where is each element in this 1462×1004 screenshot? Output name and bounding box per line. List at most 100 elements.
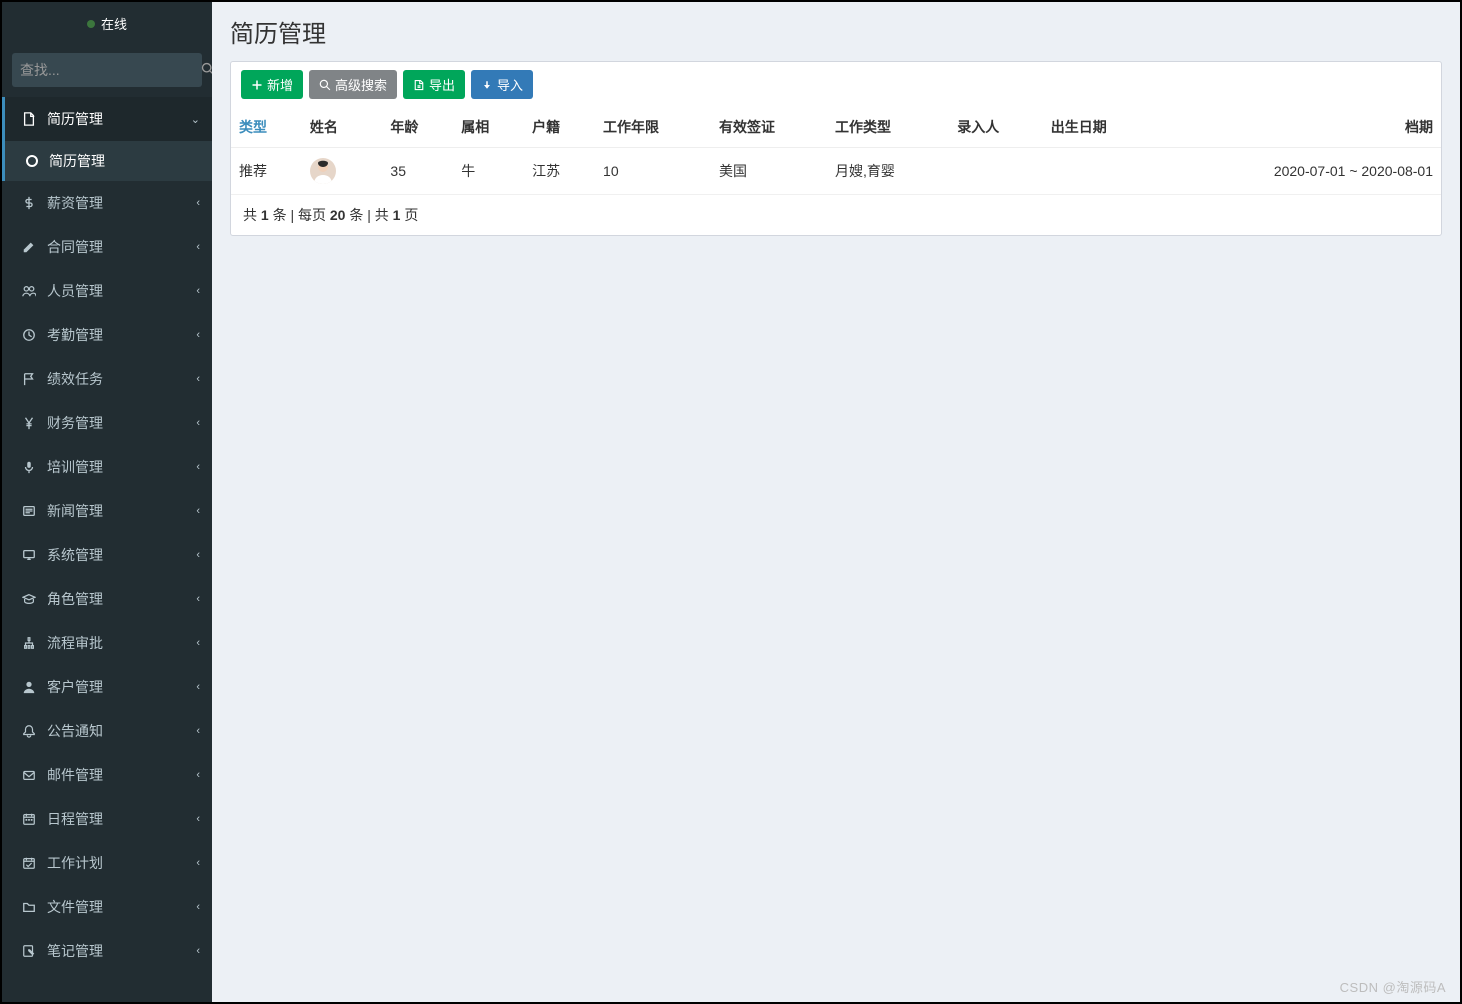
table-header-row: 类型姓名年龄属相户籍工作年限有效签证工作类型录入人出生日期档期: [231, 107, 1441, 148]
sidebar-item-label: 角色管理: [47, 589, 196, 609]
bell-icon: [19, 724, 39, 738]
sidebar-item-11[interactable]: 流程审批‹: [5, 621, 212, 665]
sidebar-item-16[interactable]: 工作计划‹: [5, 841, 212, 885]
flag-icon: [19, 372, 39, 386]
sidebar-item-5[interactable]: 绩效任务‹: [5, 357, 212, 401]
table-header-7[interactable]: 工作类型: [827, 107, 949, 148]
adv-search-button[interactable]: 高级搜索: [309, 70, 397, 99]
export-label: 导出: [429, 75, 455, 94]
table-header-6[interactable]: 有效签证: [711, 107, 827, 148]
sidebar-item-1[interactable]: 薪资管理‹: [5, 181, 212, 225]
import-label: 导入: [497, 75, 523, 94]
sidebar-subitem-label: 简历管理: [49, 151, 105, 171]
import-button[interactable]: 导入: [471, 70, 533, 99]
sidebar-item-4[interactable]: 考勤管理‹: [5, 313, 212, 357]
file-icon: [19, 112, 39, 126]
table-header-8[interactable]: 录入人: [949, 107, 1042, 148]
yen-icon: [19, 416, 39, 430]
import-icon: [481, 79, 493, 91]
chevron-left-icon: ‹: [196, 681, 200, 693]
table-header-1[interactable]: 姓名: [302, 107, 383, 148]
sidebar-item-14[interactable]: 邮件管理‹: [5, 753, 212, 797]
chevron-left-icon: ‹: [196, 197, 200, 209]
cell-age: 35: [382, 148, 453, 195]
sidebar-item-8[interactable]: 新闻管理‹: [5, 489, 212, 533]
sidebar-item-label: 培训管理: [47, 457, 196, 477]
sitemap-icon: [19, 636, 39, 650]
sidebar-item-2[interactable]: 合同管理‹: [5, 225, 212, 269]
avatar: [310, 158, 336, 184]
chevron-left-icon: ‹: [196, 549, 200, 561]
sidebar-item-label: 文件管理: [47, 897, 196, 917]
table-header-3[interactable]: 属相: [453, 107, 524, 148]
sidebar-item-13[interactable]: 公告通知‹: [5, 709, 212, 753]
user-icon: [19, 680, 39, 694]
sidebar-item-label: 考勤管理: [47, 325, 196, 345]
table-header-4[interactable]: 户籍: [524, 107, 595, 148]
table-row[interactable]: 推荐35牛江苏10美国月嫂,育婴2020-07-01 ~ 2020-08-01: [231, 148, 1441, 195]
calendar-icon: [19, 812, 39, 826]
pagination: 共 1 条 | 每页 20 条 | 共 1 页: [231, 194, 1441, 235]
sidebar-search[interactable]: [12, 53, 202, 87]
cell-name: [302, 148, 383, 195]
table-header-9[interactable]: 出生日期: [1043, 107, 1159, 148]
sidebar-item-label: 公告通知: [47, 721, 196, 741]
sidebar-item-6[interactable]: 财务管理‹: [5, 401, 212, 445]
search-icon[interactable]: [201, 62, 212, 79]
sidebar-item-12[interactable]: 客户管理‹: [5, 665, 212, 709]
export-button[interactable]: 导出: [403, 70, 465, 99]
sidebar-item-label: 薪资管理: [47, 193, 196, 213]
search-input[interactable]: [20, 62, 201, 78]
add-button[interactable]: 新增: [241, 70, 303, 99]
sidebar-menu: 简历管理⌄简历管理薪资管理‹合同管理‹人员管理‹考勤管理‹绩效任务‹财务管理‹培…: [2, 97, 212, 973]
chevron-left-icon: ‹: [196, 505, 200, 517]
sidebar-item-15[interactable]: 日程管理‹: [5, 797, 212, 841]
cell-birth_date: [1043, 148, 1159, 195]
status-label: 在线: [101, 14, 127, 33]
export-icon: [413, 79, 425, 91]
data-table: 类型姓名年龄属相户籍工作年限有效签证工作类型录入人出生日期档期 推荐35牛江苏1…: [231, 107, 1441, 194]
pencil-icon: [19, 240, 39, 254]
sidebar-item-7[interactable]: 培训管理‹: [5, 445, 212, 489]
sidebar-item-label: 工作计划: [47, 853, 196, 873]
sidebar-item-label: 绩效任务: [47, 369, 196, 389]
sidebar-item-label: 流程审批: [47, 633, 196, 653]
sidebar-item-10[interactable]: 角色管理‹: [5, 577, 212, 621]
add-button-label: 新增: [267, 75, 293, 94]
table-header-10[interactable]: 档期: [1159, 107, 1441, 148]
circle-icon: [23, 155, 41, 167]
cell-visa: 美国: [711, 148, 827, 195]
sidebar-item-label: 客户管理: [47, 677, 196, 697]
sidebar-item-9[interactable]: 系统管理‹: [5, 533, 212, 577]
sidebar-item-label: 简历管理: [47, 109, 191, 129]
sidebar-item-0[interactable]: 简历管理⌄: [5, 97, 212, 141]
sidebar-item-label: 人员管理: [47, 281, 196, 301]
sidebar-item-17[interactable]: 文件管理‹: [5, 885, 212, 929]
calcheck-icon: [19, 856, 39, 870]
toolbar: 新增 高级搜索 导出 导入: [231, 62, 1441, 107]
cap-icon: [19, 592, 39, 606]
sidebar-item-label: 财务管理: [47, 413, 196, 433]
chevron-left-icon: ‹: [196, 417, 200, 429]
table-header-5[interactable]: 工作年限: [595, 107, 711, 148]
sidebar-item-label: 系统管理: [47, 545, 196, 565]
table-body: 推荐35牛江苏10美国月嫂,育婴2020-07-01 ~ 2020-08-01: [231, 148, 1441, 195]
sidebar-item-18[interactable]: 笔记管理‹: [5, 929, 212, 973]
adv-search-label: 高级搜索: [335, 75, 387, 94]
sidebar-item-3[interactable]: 人员管理‹: [5, 269, 212, 313]
plus-icon: [251, 79, 263, 91]
cell-work_years: 10: [595, 148, 711, 195]
chevron-left-icon: ‹: [196, 373, 200, 385]
table-header-0[interactable]: 类型: [231, 107, 302, 148]
chevron-left-icon: ‹: [196, 813, 200, 825]
chevron-left-icon: ‹: [196, 461, 200, 473]
news-icon: [19, 504, 39, 518]
cell-hukou: 江苏: [524, 148, 595, 195]
sidebar-subitem-0-0[interactable]: 简历管理: [5, 141, 212, 181]
dollar-icon: [19, 196, 39, 210]
users-icon: [19, 284, 39, 298]
edit-icon: [19, 944, 39, 958]
chevron-left-icon: ‹: [196, 329, 200, 341]
main: 简历管理 新增 高级搜索 导出: [212, 2, 1460, 1002]
table-header-2[interactable]: 年龄: [382, 107, 453, 148]
